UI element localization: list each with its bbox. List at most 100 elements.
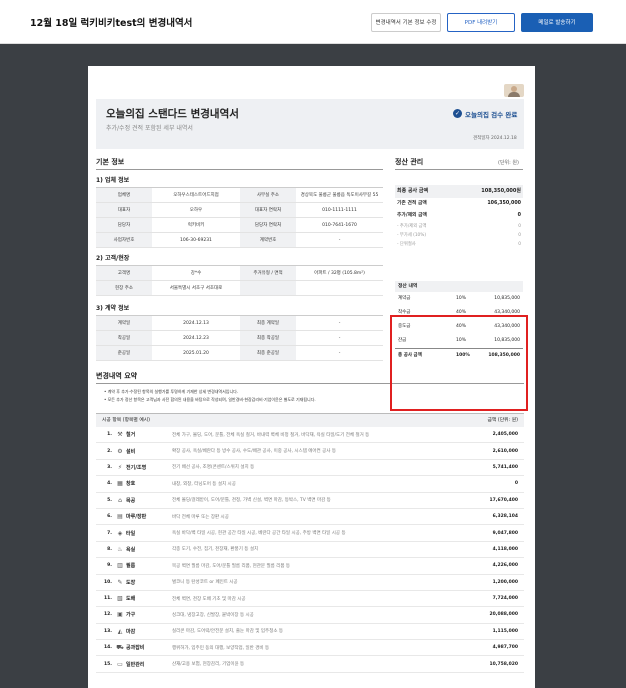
item-description: 전체 벽면, 천장 도배 기초 및 마감 시공 (172, 596, 246, 602)
estimate-date: 견적일자 2024.12.18 (473, 135, 517, 141)
sub-row-value: 0 (518, 224, 521, 229)
item-amount: 4,226,000 (492, 563, 518, 569)
info-value: - (338, 321, 341, 326)
table-row: 4. ▦ 창호 내창, 외창, 터닝도어 등 설치 시공 0 (96, 476, 524, 493)
item-amount: 1,200,000 (492, 579, 518, 585)
info-label: 주거유형 / 면적 (240, 266, 296, 280)
info-label: 최종 준공일 (240, 346, 296, 360)
info-value: 106-30-69231 (180, 238, 212, 243)
pdf-download-button[interactable]: PDF 내려받기 (447, 13, 515, 32)
final-amount-label: 최종 공사 금액 (397, 188, 429, 194)
estimate-date-label: 견적일자 (473, 136, 490, 141)
document-title: 오늘의집 스탠다드 변경내역서 (106, 108, 239, 120)
highlight-box (390, 315, 528, 411)
change-items-table: 시공 항목 (항목별 예시) 금액 (단위: 원) 1. ⚒ 철거 전체 가구, 몰딩,… (96, 413, 524, 673)
item-number: 11. (104, 596, 112, 602)
table-row: 12. ▣ 가구 싱크대, 냉장고장, 신발장, 붙박이장 등 시공 20,088,00… (96, 607, 524, 624)
info-label: 최종 계약일 (240, 316, 296, 330)
document-icon: ▭ (117, 660, 123, 668)
info-value: 럭키비키 (187, 223, 205, 228)
item-amount: 7,724,000 (492, 596, 518, 602)
note-line: • 모든 추가 정산 항목은 고객님과 사전 합의된 내용을 바탕으로 작성되며… (104, 397, 316, 402)
info-label: 계약번호 (240, 233, 296, 247)
base-amount-value: 106,350,000 (487, 201, 521, 206)
document-subtitle: 추가/수정 견적 포함된 세부 내역서 (106, 125, 193, 132)
change-summary-heading: 변경내역 요약 (96, 372, 138, 380)
table-row: 14. ⛟ 공과잡비 행위허가, 입주민 동의 대행, 보양작업, 일반 경비 등 4,… (96, 640, 524, 657)
item-amount: 0 (514, 481, 518, 487)
item-amount: 20,088,000 (489, 612, 518, 618)
note-line: • 계약 후 추가·수정된 항목의 실행가를 투명하게 기재한 상세 변경내역서… (104, 389, 239, 394)
item-amount: 17,670,400 (489, 497, 518, 503)
saw-icon: ⌂ (118, 496, 122, 504)
item-description: 전체 몰딩/걸레받이, 도어/문틀, 천정, 가벽 신설, 벽면 마감, 등박스… (172, 498, 331, 504)
top-bar: 12월 18일 럭키비키test의 변경내역서 변경내역서 기본 정보 수정 P… (0, 0, 626, 44)
item-name: 마루/장판 (126, 514, 147, 521)
plug-icon: ⚡ (117, 463, 123, 471)
info-label: 고객명 (96, 266, 152, 280)
info-row: 사업자번호 106-30-69231 계약번호 - (96, 233, 383, 248)
item-name: 필름 (126, 563, 136, 570)
final-amount-value: 108,350,000원 (481, 188, 521, 194)
info-row: 고객명 강*수 주거유형 / 면적 아파트 / 32평 (105.8m²) (96, 266, 383, 281)
info-row: 계약일 2024.12.13 최종 계약일 - (96, 316, 383, 331)
item-name: 가구 (126, 612, 136, 619)
contract-table: 계약일 2024.12.13 최종 계약일 - 착공일 2024.12.23 최종 착공일 -… (96, 315, 383, 361)
info-label: 사업자번호 (96, 233, 152, 247)
company-table: 업체명 오하우스테스트어드지점 사무실 주소 경상북도 울릉군 울릉읍 독도이사무길 … (96, 187, 383, 248)
table-row: 2. ⚙ 설비 확장 공사, 욕실/베란다 등 방수 공사, 수도/배관 공사, 이중… (96, 443, 524, 460)
info-value (296, 281, 383, 295)
hammer-icon: ⚒ (117, 431, 123, 439)
item-name: 타일 (126, 530, 136, 537)
page-title: 12월 18일 럭키비키test의 변경내역서 (30, 18, 193, 29)
item-amount: 2,610,000 (492, 448, 518, 454)
sub-row: - 부가세 (10%) 0 (395, 231, 523, 240)
item-amount: 9,047,800 (492, 530, 518, 536)
item-name: 창호 (126, 481, 136, 488)
table-header: 시공 항목 (항목별 예시) 금액 (단위: 원) (96, 413, 524, 427)
base-amount-label: 기존 견적 금액 (397, 201, 427, 206)
item-name: 철거 (126, 432, 136, 439)
settlement-summary: 최종 공사 금액 108,350,000원 기존 견적 금액 106,350,000… (395, 185, 523, 249)
info-value: 서울특별시 서초구 서초대로 (169, 286, 223, 291)
item-description: 산재/고용 보험, 현장감리, 기업이윤 등 (172, 662, 245, 668)
wallpaper-icon: ▧ (117, 595, 123, 603)
item-description: 욕실 바닥/벽 타일 시공, 현관 공간 타일 시공, 베란다 공간 타일 시공… (172, 531, 346, 537)
contract-heading: 3) 계약 정보 (96, 305, 130, 312)
item-description: 각종 도기, 수전, 집기, 천장재, 환풍기 등 설치 (172, 547, 259, 553)
item-number: 10. (104, 579, 112, 585)
info-row: 현장 주소 서울특별시 서초구 서초대로 (96, 281, 383, 296)
info-label (240, 281, 296, 295)
info-value: 2024.12.13 (183, 321, 209, 326)
estimate-date-value: 2024.12.18 (491, 136, 517, 141)
table-row: 3. ⚡ 전기/조명 전기 배선 공사, 조명(콘센트/스위치 설치 등 5,741,4… (96, 460, 524, 477)
item-amount: 6,328,104 (492, 514, 518, 520)
table-row: 15. ▭ 일반관리 산재/고용 보험, 현장감리, 기업이윤 등 10,758,020 (96, 656, 524, 673)
addmod-amount-value: 0 (517, 213, 521, 218)
settlement-unit: (단위: 원) (498, 160, 519, 166)
send-email-button[interactable]: 메일로 발송하기 (521, 13, 593, 32)
item-description: 바닥 전체 마루 또는 장판 시공 (172, 514, 229, 520)
table-row: 5. ⌂ 목공 전체 몰딩/걸레받이, 도어/문틀, 천정, 가벽 신설, 벽면 마감… (96, 493, 524, 509)
item-number: 5. (107, 497, 112, 503)
item-description: 확장 공사, 욕실/베란다 등 방수 공사, 수도/배관 공사, 이중 공사, … (172, 449, 336, 455)
basic-info-heading: 기본 정보 (96, 158, 125, 166)
divider (395, 169, 523, 170)
info-label: 담당자 (96, 218, 152, 232)
table-row: 11. ▧ 도배 전체 벽면, 천장 도배 기초 및 마감 시공 7,724,000 (96, 591, 524, 608)
info-label: 계약일 (96, 316, 152, 330)
addmod-amount-label: 추가/제외 금액 (397, 213, 427, 218)
item-name: 일반관리 (126, 661, 145, 668)
info-label: 현장 주소 (96, 281, 152, 295)
info-label: 대표자 (96, 203, 152, 217)
item-name: 도배 (126, 596, 136, 603)
payment-label: 계약금 (398, 296, 411, 301)
item-description: 벌코니 등 탄성코트 or 페인트 시공 (172, 580, 238, 586)
trowel-icon: ◭ (117, 627, 123, 635)
info-label: 대표자 연락처 (240, 203, 296, 217)
item-number: 15. (104, 661, 112, 667)
edit-basic-info-button[interactable]: 변경내역서 기본 정보 수정 (371, 13, 441, 32)
pipe-icon: ⚙ (117, 447, 123, 455)
info-label: 착공일 (96, 331, 152, 345)
item-name: 공과잡비 (126, 645, 145, 652)
